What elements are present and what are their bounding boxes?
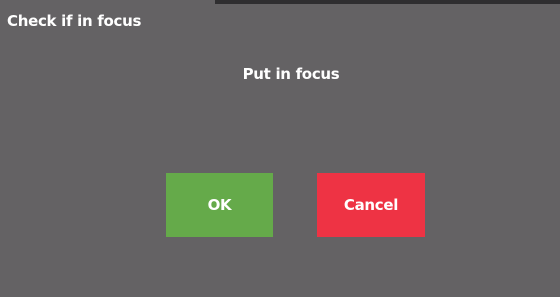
cancel-button[interactable]: Cancel (317, 173, 425, 237)
bottom-border (0, 297, 560, 303)
dialog-message: Put in focus (242, 65, 340, 83)
dialog-title: Check if in focus (7, 12, 142, 30)
title-bar: Check if in focus (0, 0, 215, 42)
top-border (215, 0, 560, 4)
focus-check-dialog: Check if in focus Put in focus OK Cancel (0, 0, 560, 303)
ok-button[interactable]: OK (166, 173, 273, 237)
